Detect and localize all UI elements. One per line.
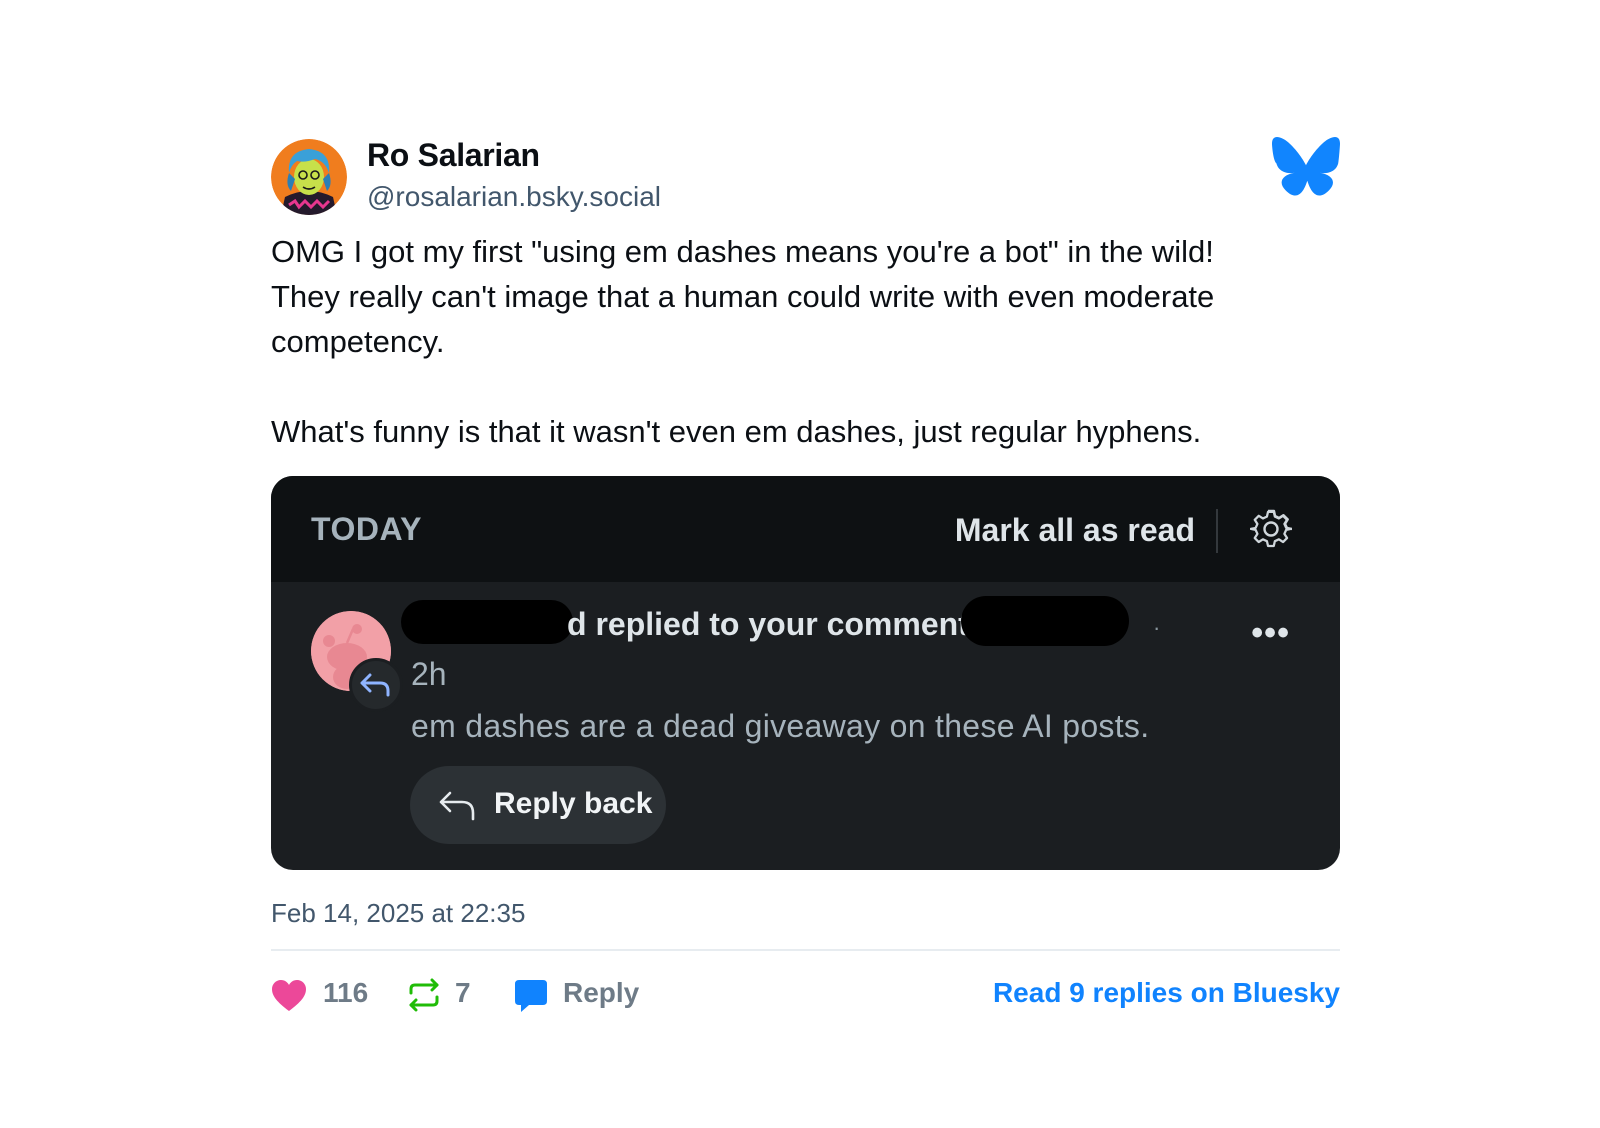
redaction-mark xyxy=(961,596,1129,646)
repost-icon xyxy=(409,978,439,1012)
post-timestamp[interactable]: Feb 14, 2025 at 22:35 xyxy=(271,898,1340,929)
like-button[interactable]: 116 xyxy=(271,975,371,1015)
gear-icon xyxy=(1250,508,1292,548)
embedded-screenshot[interactable]: TODAY Mark all as read d replied to your… xyxy=(271,476,1340,870)
author-handle[interactable]: @rosalarian.bsky.social xyxy=(367,181,661,213)
read-replies-link[interactable]: Read 9 replies on Bluesky xyxy=(993,977,1340,1009)
reply-arrow-icon xyxy=(439,791,475,821)
reply-label: Reply xyxy=(563,977,640,1008)
author-name[interactable]: Ro Salarian xyxy=(367,137,540,174)
post-text-line: They really can't image that a human cou… xyxy=(271,279,1215,314)
notification-time: 2h xyxy=(411,656,447,692)
repost-button[interactable]: 7 xyxy=(407,975,487,1015)
like-count: 116 xyxy=(323,977,369,1008)
mark-all-read-button: Mark all as read xyxy=(954,512,1195,548)
reply-back-label: Reply back xyxy=(494,787,653,820)
notification-title-text: d replied to your comment i xyxy=(567,606,987,642)
separator-dot: · xyxy=(1153,615,1161,640)
notifications-header: TODAY Mark all as read xyxy=(271,476,1340,582)
post-text: OMG I got my first "using em dashes mean… xyxy=(271,229,1340,454)
speech-bubble-icon xyxy=(515,980,547,1012)
notification-body: em dashes are a dead giveaway on these A… xyxy=(411,708,1150,744)
header-divider xyxy=(1216,509,1218,553)
redaction-mark xyxy=(401,600,573,644)
reply-badge xyxy=(349,658,403,712)
post-text-line: OMG I got my first "using em dashes mean… xyxy=(271,234,1214,269)
post-text-line: What's funny is that it wasn't even em d… xyxy=(271,414,1202,449)
bluesky-butterfly-icon[interactable] xyxy=(1272,137,1340,197)
reply-back-button: Reply back xyxy=(410,766,666,844)
heart-icon xyxy=(272,980,306,1011)
post-actions: 116 7 Reply Read 9 replies on Bluesky xyxy=(271,963,1340,1023)
section-label-today: TODAY xyxy=(311,511,422,547)
post-text-line: competency. xyxy=(271,324,445,359)
repost-count: 7 xyxy=(455,977,471,1008)
reply-button[interactable]: Reply xyxy=(513,975,653,1015)
bluesky-post-card: Ro Salarian @rosalarian.bsky.social OMG … xyxy=(271,137,1340,1023)
divider xyxy=(271,949,1340,951)
author-avatar[interactable] xyxy=(271,139,347,215)
ellipsis-icon: ••• xyxy=(1251,614,1290,652)
post-header: Ro Salarian @rosalarian.bsky.social xyxy=(271,137,1340,215)
